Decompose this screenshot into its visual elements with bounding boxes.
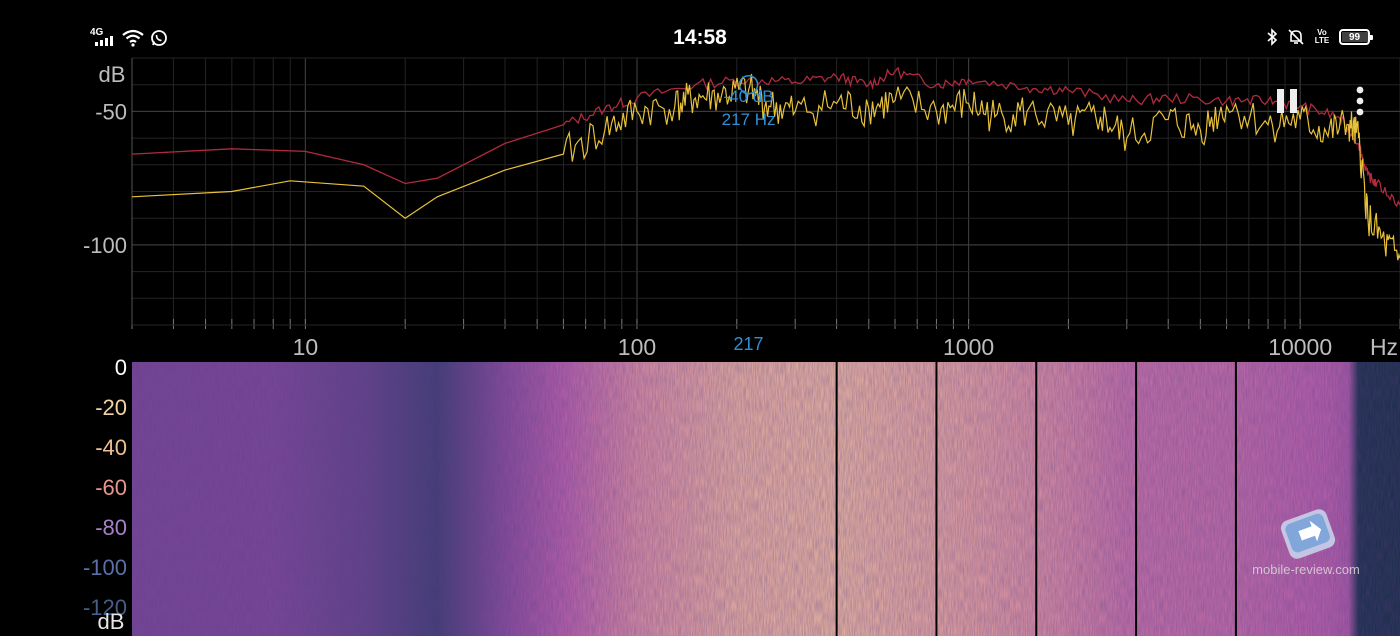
x-tick-label: 1000	[943, 334, 994, 360]
x-axis-unit-label: Hz	[1370, 334, 1398, 360]
spectrogram-y-tick-label: -20	[95, 395, 127, 420]
spectrogram-y-tick-label: -80	[95, 515, 127, 540]
y-axis-unit-label: dB	[99, 62, 126, 87]
x-tick-label: 10	[293, 334, 319, 360]
pause-button[interactable]	[1276, 88, 1300, 116]
spectrum-analyzer: dB -50 -100 10 100 1000 10000 Hz -40 dB 217 Hz …	[83, 57, 1400, 636]
pause-icon	[1277, 89, 1297, 113]
spectrogram-texture	[132, 362, 1400, 636]
cursor-axis-label: 217	[734, 334, 764, 354]
cursor-hz-label: 217 Hz	[722, 110, 776, 129]
spectrogram-y-tick-label: -100	[83, 555, 127, 580]
more-vert-icon	[1356, 86, 1364, 116]
x-tick-label: 10000	[1268, 334, 1332, 360]
more-options-button[interactable]	[1352, 86, 1368, 118]
watermark-text: mobile-review.com	[1252, 562, 1360, 577]
y-tick-label: -100	[83, 233, 127, 258]
spectrogram-unit-label: dB	[98, 609, 125, 634]
spectrogram-y-tick-label: -40	[95, 435, 127, 460]
cursor-db-label: -40 dB	[724, 87, 774, 106]
y-tick-label: -50	[95, 99, 127, 124]
spectrogram-y-tick-label: -60	[95, 475, 127, 500]
spectrogram-axis-labels: 0-20-40-60-80-100-120dB	[83, 355, 127, 634]
x-tick-label: 100	[618, 334, 656, 360]
spectrogram	[132, 362, 1400, 636]
spectrogram-y-tick-label: 0	[115, 355, 127, 380]
frequency-cursor[interactable]: -40 dB 217 Hz 217	[722, 74, 776, 354]
